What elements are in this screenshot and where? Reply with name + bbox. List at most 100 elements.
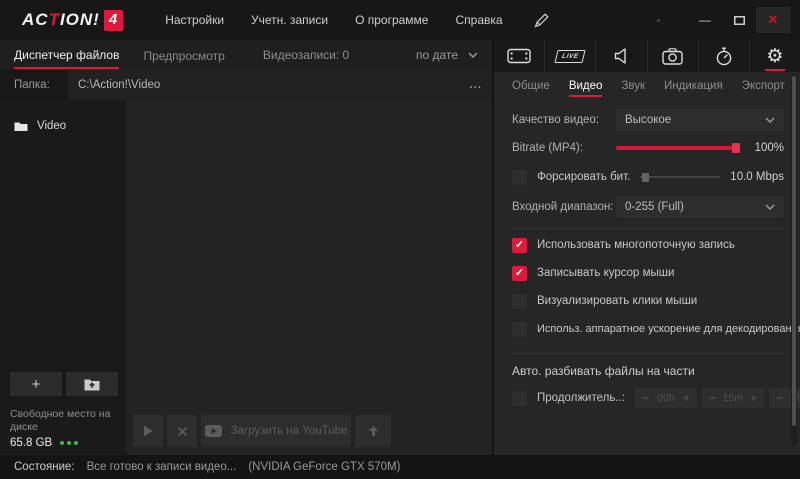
logo-version-badge: 4	[103, 9, 124, 31]
live-icon: LIVE	[554, 49, 587, 63]
close-button[interactable]: ✕	[756, 7, 790, 33]
status-dot-icon	[657, 18, 660, 22]
record-cursor-row[interactable]: ✓ Записывать курсор мыши	[504, 259, 784, 287]
tree-item-label: Video	[37, 120, 67, 132]
records-count: Видеозаписи: 0	[262, 48, 350, 62]
folder-path-field[interactable]: C:\Action!\Video ...	[68, 70, 492, 100]
mode-settings[interactable]: ⚙	[750, 40, 800, 72]
minus-icon[interactable]: −	[776, 391, 783, 405]
disk-status-dots-icon	[60, 441, 79, 445]
hardware-decoding-label: Использ. аппаратное ускорение для декоди…	[537, 323, 800, 335]
app-logo: AC T ION! 4	[22, 9, 124, 31]
window-controls: — ✕	[657, 7, 790, 33]
sort-dropdown[interactable]: по дате	[416, 48, 478, 62]
import-folder-button[interactable]	[66, 372, 118, 396]
minutes-value: 15m	[722, 392, 744, 404]
mode-screenshot[interactable]	[648, 40, 699, 72]
mode-audio-capture[interactable]	[596, 40, 648, 72]
files-list-area[interactable]: Загрузить на YouTube	[126, 100, 492, 455]
play-icon	[144, 425, 153, 437]
pen-tool-icon[interactable]	[533, 12, 550, 29]
mode-video-capture[interactable]	[494, 40, 546, 72]
divider	[512, 353, 784, 354]
record-cursor-checkbox[interactable]: ✓	[512, 265, 527, 281]
visualize-clicks-row[interactable]: Визуализировать клики мыши	[504, 287, 784, 315]
tab-preview[interactable]: Предпросмотр	[143, 42, 224, 68]
add-folder-button[interactable]: +	[10, 372, 62, 396]
hours-stepper[interactable]: − 00h +	[634, 388, 697, 408]
bitrate-percent: 100%	[754, 142, 784, 154]
file-manager-body: Video + Свободное место на диске 65.8 GB	[0, 100, 492, 455]
speaker-icon	[614, 48, 626, 64]
slider-handle[interactable]	[642, 173, 650, 182]
folder-path: C:\Action!\Video	[78, 79, 161, 91]
bitrate-row: Bitrate (MP4): 100%	[504, 138, 784, 158]
minus-icon[interactable]: −	[642, 391, 649, 405]
input-range-select[interactable]: 0-255 (Full)	[616, 196, 784, 218]
settings-scrollbar[interactable]	[791, 74, 797, 446]
sidebar-bottom: + Свободное место на диске 65.8 GB	[0, 372, 126, 455]
mode-live-streaming[interactable]: LIVE	[545, 40, 597, 72]
hardware-decoding-checkbox[interactable]	[512, 321, 527, 337]
video-quality-select[interactable]: Высокое	[616, 109, 784, 131]
browse-button[interactable]: ...	[469, 79, 482, 91]
gear-icon: ⚙	[766, 45, 784, 67]
export-button[interactable]	[355, 415, 391, 447]
tree-item-video[interactable]: Video	[0, 100, 126, 132]
minus-icon[interactable]: −	[709, 391, 716, 405]
youtube-icon	[204, 425, 222, 437]
tab-audio[interactable]: Звук	[621, 80, 645, 97]
status-gpu: (NVIDIA GeForce GTX 570M)	[248, 461, 401, 473]
folder-tree: Video + Свободное место на диске 65.8 GB	[0, 100, 126, 455]
plus-icon[interactable]: +	[683, 391, 690, 405]
tab-file-manager[interactable]: Диспетчер файлов	[14, 41, 120, 69]
upload-youtube-button[interactable]: Загрузить на YouTube	[201, 415, 351, 447]
settings-content: Общие Видео Звук Индикация Экспорт Клави…	[494, 72, 800, 455]
duration-row: Продолжитель..: − 00h + − 15m + −	[504, 386, 800, 410]
multithread-checkbox[interactable]: ✓	[512, 237, 527, 253]
hardware-decoding-row[interactable]: Использ. аппаратное ускорение для декоди…	[504, 315, 800, 343]
delete-button[interactable]	[167, 415, 197, 447]
free-space-value: 65.8 GB	[10, 437, 53, 449]
force-bitrate-label: Форсировать бит.	[537, 171, 631, 183]
folder-icon	[14, 122, 28, 131]
force-bitrate-checkbox[interactable]	[512, 169, 527, 185]
folder-label: Папка:	[14, 79, 50, 91]
tab-indication[interactable]: Индикация	[664, 80, 723, 97]
visualize-clicks-checkbox[interactable]	[512, 293, 527, 309]
menu-help[interactable]: Справка	[455, 13, 502, 27]
upload-arrow-icon	[368, 425, 378, 436]
duration-checkbox[interactable]	[512, 390, 527, 406]
minutes-stepper[interactable]: − 15m +	[701, 388, 764, 408]
multithread-recording-row[interactable]: ✓ Использовать многопоточную запись	[504, 231, 784, 259]
tab-video[interactable]: Видео	[568, 80, 603, 97]
visualize-clicks-label: Визуализировать клики мыши	[537, 295, 698, 307]
menu-accounts[interactable]: Учетн. записи	[251, 13, 328, 27]
video-quality-label: Качество видео:	[512, 114, 600, 126]
video-quality-row: Качество видео: Высокое	[504, 109, 784, 131]
maximize-button[interactable]	[722, 7, 756, 33]
logo-text-accent: T	[48, 10, 60, 29]
input-range-label: Входной диапазон:	[512, 201, 614, 213]
chevron-down-icon	[468, 52, 478, 58]
bitrate-slider[interactable]	[616, 142, 740, 154]
slider-handle[interactable]	[732, 143, 740, 153]
plus-icon[interactable]: +	[750, 391, 757, 405]
video-quality-value: Высокое	[625, 114, 672, 126]
play-button[interactable]	[133, 415, 163, 447]
mode-benchmark[interactable]	[699, 40, 750, 72]
plus-icon: +	[31, 375, 41, 393]
titlebar: AC T ION! 4 Настройки Учетн. записи О прог…	[0, 0, 800, 40]
statusbar: Состояние: Все готово к записи видео... …	[0, 455, 800, 479]
check-icon: ✓	[514, 266, 525, 279]
logo-text: AC	[22, 10, 49, 29]
duration-steppers: − 00h + − 15m + − 00s +	[634, 388, 800, 408]
menu-about[interactable]: О программе	[355, 13, 428, 27]
force-bitrate-slider[interactable]	[640, 171, 721, 183]
minimize-button[interactable]: —	[688, 7, 722, 33]
menu-settings[interactable]: Настройки	[165, 13, 224, 27]
scrollbar-thumb[interactable]	[792, 76, 796, 426]
tab-export[interactable]: Экспорт	[742, 80, 785, 97]
record-cursor-label: Записывать курсор мыши	[537, 267, 675, 279]
tab-general[interactable]: Общие	[512, 80, 550, 97]
